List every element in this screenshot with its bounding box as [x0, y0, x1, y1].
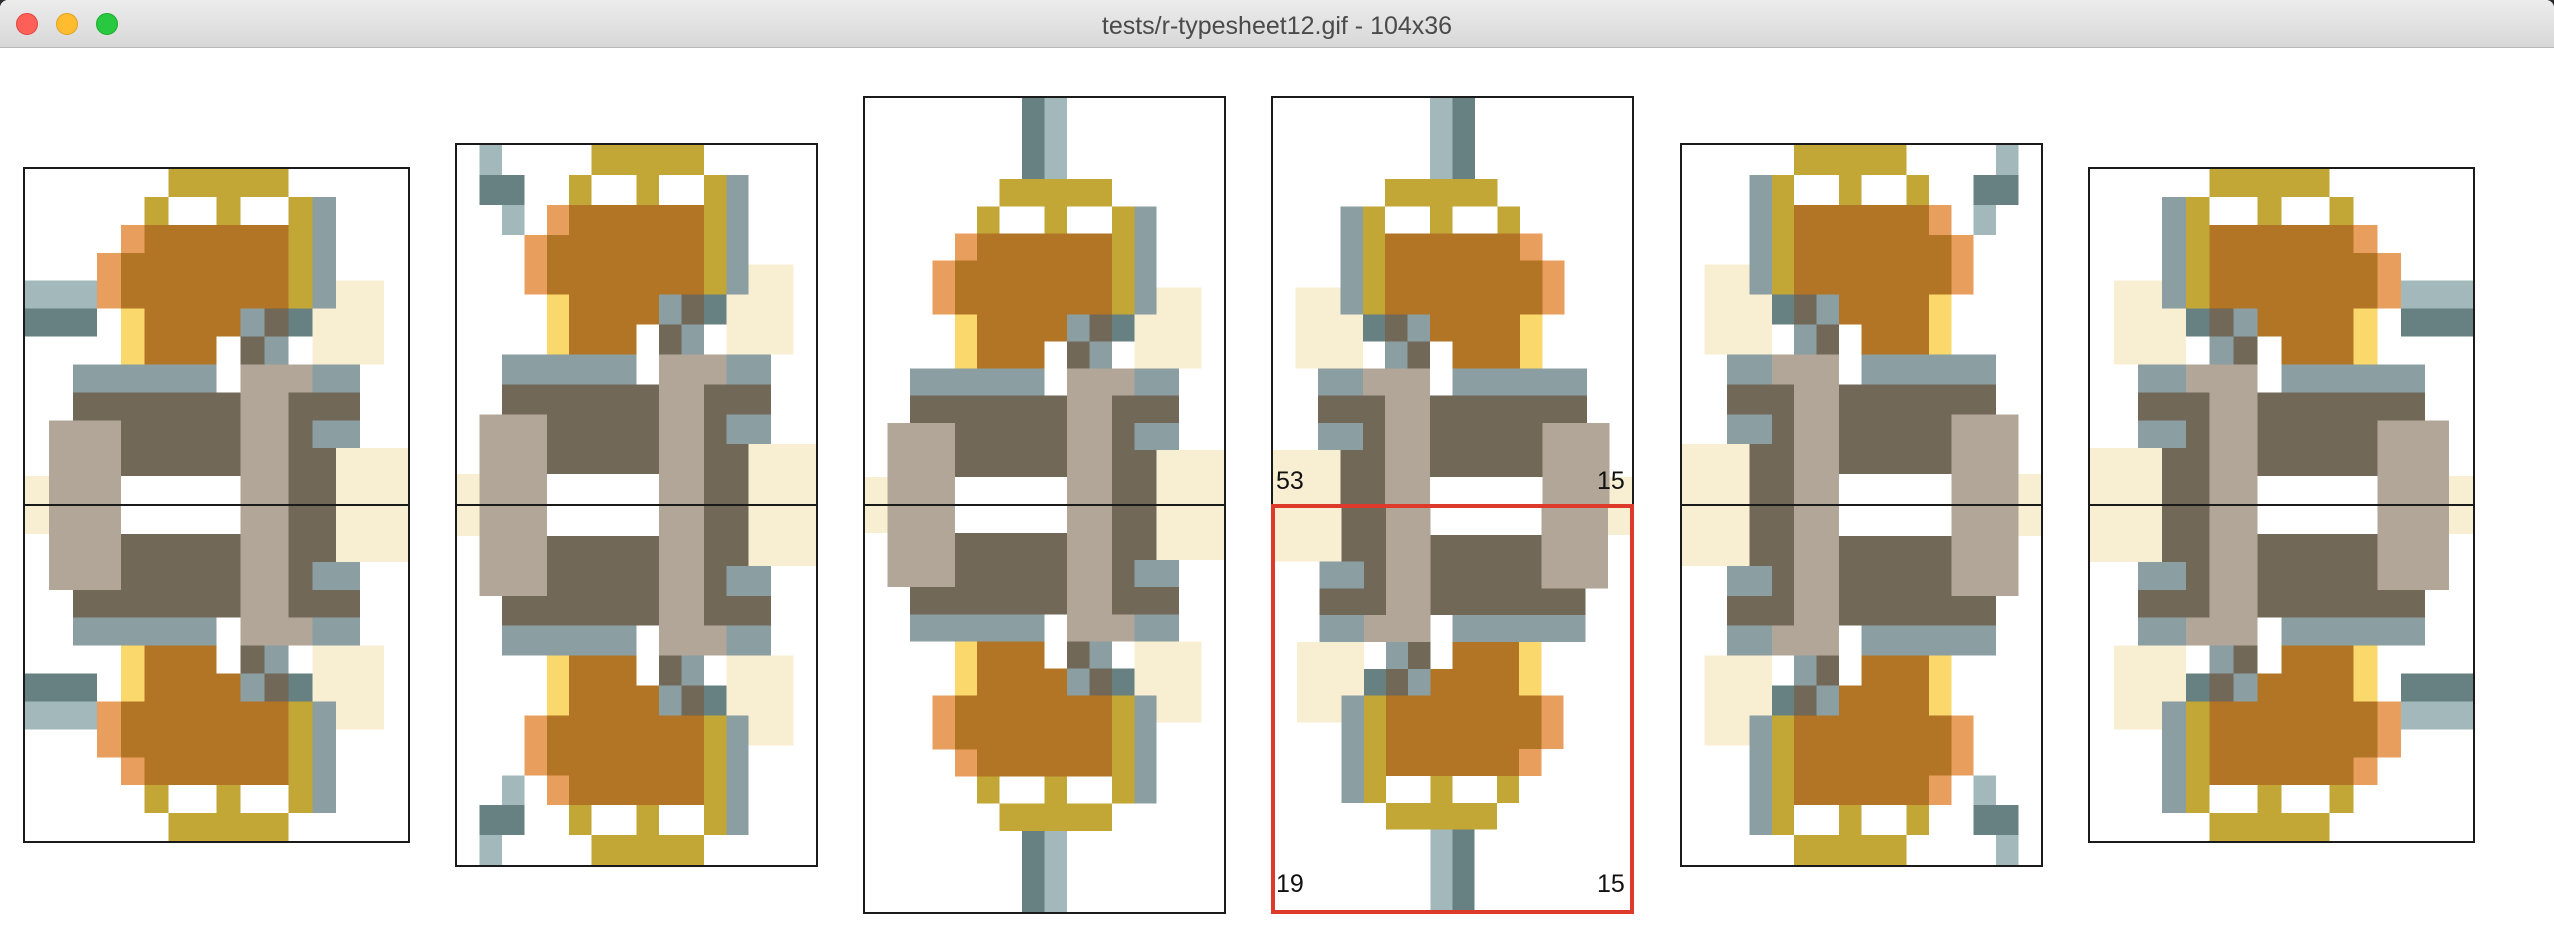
sprite-tile-r2c2[interactable]	[455, 504, 818, 867]
sprite-tile-r2c5[interactable]	[1680, 504, 2043, 867]
sprite-tile-r1c6[interactable]	[2088, 167, 2475, 506]
selection-coord-bottom-right: 15	[1597, 870, 1625, 898]
sprite-image	[25, 169, 408, 504]
app-window: tests/r-typesheet12.gif - 104x36 53 15 1…	[0, 0, 2554, 930]
sprite-tile-r1c4[interactable]	[1271, 96, 1634, 506]
selection-coord-bottom-left: 19	[1276, 870, 1304, 898]
sprite-tile-r2c6[interactable]	[2088, 504, 2475, 843]
sprite-tile-r2c3[interactable]	[863, 504, 1226, 914]
sprite-image	[1682, 506, 2041, 865]
window-title: tests/r-typesheet12.gif - 104x36	[1101, 12, 1453, 40]
sprite-tile-r1c5[interactable]	[1680, 143, 2043, 506]
sprite-image	[2090, 506, 2473, 841]
sprite-sheet-view: 53 15 19 15	[0, 48, 2554, 930]
sprite-tile-r1c3[interactable]	[863, 96, 1226, 506]
sprite-image	[457, 506, 816, 865]
sprite-image	[1273, 98, 1632, 504]
sprite-image	[25, 506, 408, 841]
selection-coord-top-right: 15	[1597, 467, 1625, 495]
sprite-image	[1682, 145, 2041, 504]
sprite-tile-r1c2[interactable]	[455, 143, 818, 506]
sprite-image	[865, 506, 1224, 912]
selection-coord-top-left: 53	[1276, 467, 1304, 495]
title-bar[interactable]: tests/r-typesheet12.gif - 104x36	[0, 0, 2554, 48]
sprite-image	[1275, 508, 1630, 910]
sprite-tile-r2c4-selected[interactable]	[1271, 504, 1634, 914]
sprite-tile-r2c1[interactable]	[23, 504, 410, 843]
sprite-image	[865, 98, 1224, 504]
sprite-image	[2090, 169, 2473, 504]
sprite-image	[457, 145, 816, 504]
sprite-tile-r1c1[interactable]	[23, 167, 410, 506]
